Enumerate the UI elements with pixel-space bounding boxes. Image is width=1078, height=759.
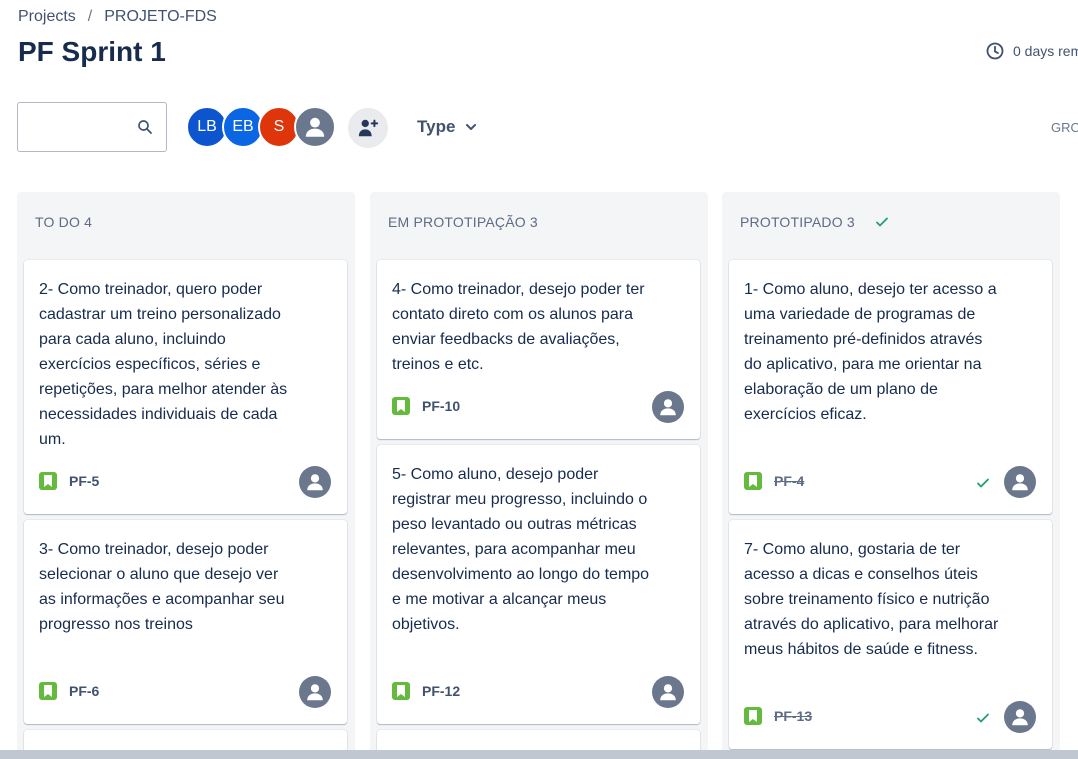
issue-card[interactable]: 3- Como treinador, desejo poder selecion…: [24, 520, 347, 724]
sprint-time-text: 0 days rem: [1013, 43, 1078, 59]
issue-key[interactable]: PF-12: [422, 683, 460, 699]
user-icon: [307, 684, 323, 701]
story-icon: [744, 472, 762, 490]
avatar-initials: LB: [197, 118, 217, 135]
story-icon: [744, 707, 762, 725]
avatar-initials: EB: [232, 118, 254, 135]
card-summary: 7- Como aluno, gostaria de ter acesso a …: [744, 541, 999, 658]
card-key: PF-13: [744, 707, 812, 725]
assignee-avatar[interactable]: [299, 466, 331, 498]
issue-card[interactable]: 4- Como treinador, desejo poder ter cont…: [377, 260, 700, 439]
add-user-icon: [358, 119, 379, 137]
story-icon: [39, 682, 57, 700]
card-key: PF-10: [392, 397, 460, 415]
board-column-prototipado: PROTOTIPADO 3 1- Como aluno, desejo ter …: [722, 192, 1060, 759]
card-summary: 5- Como aluno, desejo poder registrar me…: [392, 466, 650, 633]
user-icon: [660, 399, 676, 416]
story-icon: [39, 472, 57, 490]
card-key: PF-5: [39, 472, 99, 490]
column-header: EM PROTOTIPAÇÃO 3: [388, 214, 538, 230]
board-column-em-prototipacao: EM PROTOTIPAÇÃO 3 4- Como treinador, des…: [370, 192, 708, 759]
assignee-avatar[interactable]: [1004, 701, 1036, 733]
user-icon: [307, 474, 323, 491]
assignee-avatar[interactable]: [299, 676, 331, 708]
search-icon: [138, 120, 152, 134]
avatar[interactable]: [294, 106, 336, 148]
board-column-todo: TO DO 4 2- Como treinador, quero poder c…: [17, 192, 355, 759]
type-filter-dropdown[interactable]: Type: [417, 117, 477, 137]
column-header: PROTOTIPADO 3: [740, 214, 889, 230]
issue-key[interactable]: PF-10: [422, 398, 460, 414]
card-summary: 3- Como treinador, desejo poder selecion…: [39, 541, 285, 633]
story-icon: [392, 682, 410, 700]
done-check-icon: [875, 217, 888, 227]
column-title: EM PROTOTIPAÇÃO 3: [388, 214, 538, 230]
group-by-label[interactable]: GRO: [1051, 120, 1078, 135]
card-key: PF-4: [744, 472, 804, 490]
avatar-initials: S: [273, 118, 285, 135]
user-icon: [660, 684, 676, 701]
user-icon: [1012, 474, 1028, 491]
horizontal-scrollbar[interactable]: [0, 750, 1078, 759]
card-key: PF-12: [392, 682, 460, 700]
assignee-avatar[interactable]: [652, 676, 684, 708]
issue-card[interactable]: 2- Como treinador, quero poder cadastrar…: [24, 260, 347, 514]
issue-key[interactable]: PF-4: [774, 473, 804, 489]
user-icon: [305, 117, 325, 137]
issue-card[interactable]: 1- Como aluno, desejo ter acesso a uma v…: [729, 260, 1052, 514]
type-filter-label: Type: [417, 117, 456, 136]
issue-card[interactable]: 5- Como aluno, desejo poder registrar me…: [377, 445, 700, 724]
card-summary: 2- Como treinador, quero poder cadastrar…: [39, 281, 288, 448]
sprint-time-remaining[interactable]: 0 days rem: [985, 41, 1078, 61]
assignee-avatar-filter: LB EB S: [186, 106, 336, 148]
add-people-button[interactable]: [348, 108, 388, 148]
user-icon: [1012, 709, 1028, 726]
search-input[interactable]: [17, 102, 167, 152]
issue-key[interactable]: PF-13: [774, 708, 812, 724]
chevron-down-icon: [466, 124, 477, 130]
column-title: PROTOTIPADO 3: [740, 214, 855, 230]
done-check-icon: [977, 478, 989, 488]
page-title: PF Sprint 1: [18, 36, 166, 67]
issue-key[interactable]: PF-6: [69, 683, 99, 699]
assignee-avatar[interactable]: [1004, 466, 1036, 498]
done-check-icon: [977, 713, 989, 723]
story-icon: [392, 397, 410, 415]
breadcrumb-projects-link[interactable]: Projects: [18, 8, 76, 26]
column-header: TO DO 4: [35, 214, 92, 230]
column-title: TO DO 4: [35, 214, 93, 230]
assignee-avatar[interactable]: [652, 391, 684, 423]
issue-card[interactable]: 7- Como aluno, gostaria de ter acesso a …: [729, 520, 1052, 749]
card-summary: 4- Como treinador, desejo poder ter cont…: [392, 281, 645, 373]
breadcrumb-project-link[interactable]: PROJETO-FDS: [104, 8, 217, 26]
breadcrumb-separator: /: [87, 8, 93, 25]
clock-icon: [986, 42, 1004, 60]
card-key: PF-6: [39, 682, 99, 700]
breadcrumb: Projects / PROJETO-FDS: [18, 8, 217, 26]
issue-key[interactable]: PF-5: [69, 473, 99, 489]
card-summary: 1- Como aluno, desejo ter acesso a uma v…: [744, 281, 997, 423]
